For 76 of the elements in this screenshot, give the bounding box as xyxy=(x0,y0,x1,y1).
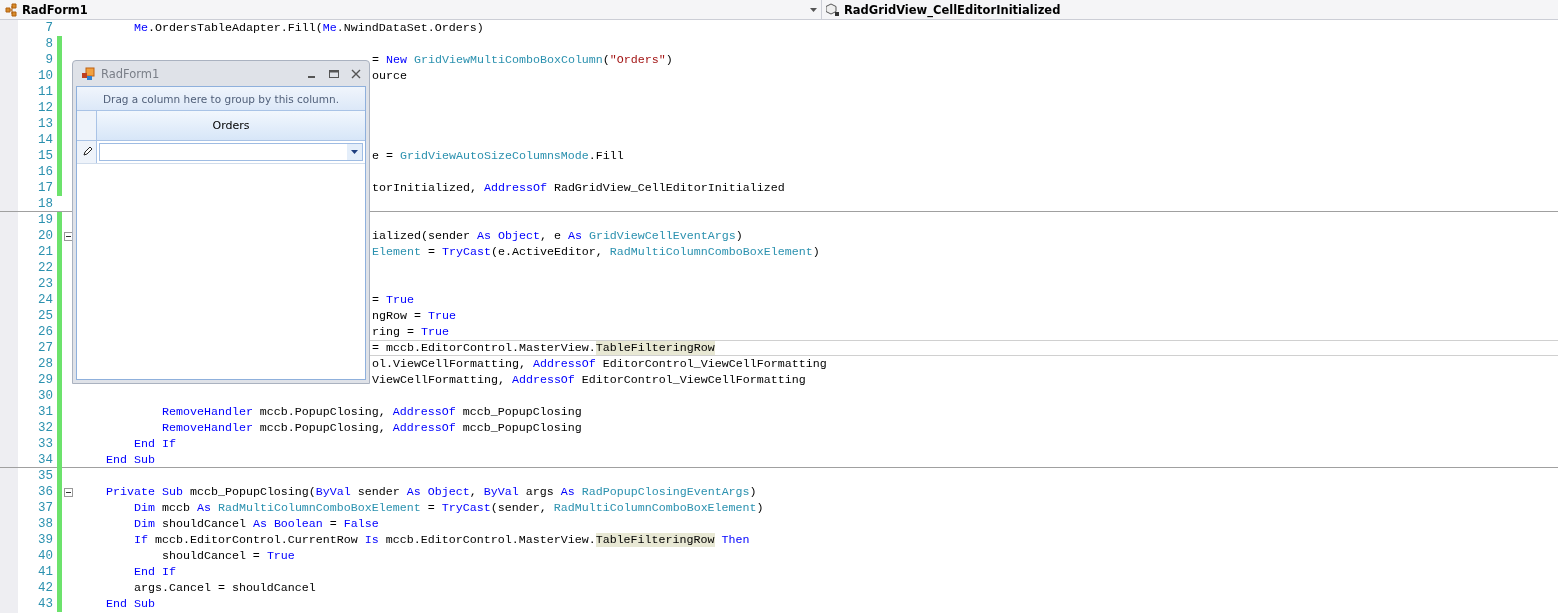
line-number: 34 xyxy=(37,453,53,467)
caret-icon xyxy=(351,150,358,154)
code-line: Dim shouldCancel As Boolean = False xyxy=(132,516,379,532)
line-number: 11 xyxy=(37,85,53,99)
line-number: 37 xyxy=(37,501,53,515)
code-line: = True xyxy=(371,292,414,308)
line-number: 18 xyxy=(37,197,53,211)
code-line: End Sub xyxy=(104,596,155,612)
code-line: e = GridViewAutoSizeColumnsMode.Fill xyxy=(371,148,624,164)
line-number: 9 xyxy=(44,53,53,67)
code-line: ViewCellFormatting, AddressOf EditorControl_ViewCellFormatting xyxy=(371,372,806,388)
line-number: 17 xyxy=(37,181,53,195)
caret-icon xyxy=(810,7,817,12)
class-dropdown[interactable]: RadForm1 xyxy=(0,0,822,19)
line-number: 39 xyxy=(37,533,53,547)
line-number: 26 xyxy=(37,325,53,339)
line-number: 24 xyxy=(37,293,53,307)
code-line: End If xyxy=(132,564,176,580)
line-number: 28 xyxy=(37,357,53,371)
code-line: ring = True xyxy=(371,324,449,340)
code-line: RemoveHandler mccb.PopupClosing, AddressOf mccb_PopupClosing xyxy=(160,404,582,420)
code-line: ol.ViewCellFormatting, AddressOf EditorControl_ViewCellFormatting xyxy=(371,356,827,372)
form-icon xyxy=(81,66,95,81)
line-number: 29 xyxy=(37,373,53,387)
code-line: ngRow = True xyxy=(371,308,456,324)
close-icon[interactable] xyxy=(351,68,361,79)
pencil-icon xyxy=(81,147,92,157)
line-number: 33 xyxy=(37,437,53,451)
line-number: 13 xyxy=(37,117,53,131)
line-number: 16 xyxy=(37,165,53,179)
code-line: End Sub xyxy=(104,452,155,468)
class-icon xyxy=(4,2,18,17)
line-number: 36 xyxy=(37,485,53,499)
collapse-icon[interactable] xyxy=(63,487,73,497)
code-line: Dim mccb As RadMultiColumnComboBoxElement = TryCast(sender, RadMultiColumnComboBoxElement) xyxy=(132,500,764,516)
line-number: 38 xyxy=(37,517,53,531)
code-line: = New GridViewMultiComboBoxColumn("Orders") xyxy=(371,52,673,68)
line-number: 19 xyxy=(37,213,53,227)
code-line: Me.OrdersTableAdapter.Fill(Me.NwindDataSet.Orders) xyxy=(132,20,484,36)
group-panel[interactable]: Drag a column here to group by this column. xyxy=(77,87,365,111)
code-line: torInitialized, AddressOf RadGridView_CellEditorInitialized xyxy=(371,180,785,196)
line-number: 20 xyxy=(37,229,53,243)
code-line: End If xyxy=(132,436,176,452)
code-line: ource xyxy=(371,68,407,84)
line-number: 30 xyxy=(37,389,53,403)
line-number: 32 xyxy=(37,421,53,435)
line-number: 15 xyxy=(37,149,53,163)
code-line: If mccb.EditorControl.CurrentRow Is mccb.EditorControl.MasterView.TableFilteringRow Then xyxy=(132,532,750,548)
code-line: RemoveHandler mccb.PopupClosing, AddressOf mccb_PopupClosing xyxy=(160,420,582,436)
line-number: 23 xyxy=(37,277,53,291)
line-number: 25 xyxy=(37,309,53,323)
line-number: 7 xyxy=(44,21,53,35)
code-line: = mccb.EditorControl.MasterView.TableFilteringRow xyxy=(368,340,1558,356)
maximize-icon[interactable] xyxy=(329,68,339,79)
line-number: 41 xyxy=(37,565,53,579)
line-number: 21 xyxy=(37,245,53,259)
line-number: 8 xyxy=(44,37,53,51)
line-number: 43 xyxy=(37,597,53,611)
line-number: 40 xyxy=(37,549,53,563)
line-number: 14 xyxy=(37,133,53,147)
line-number: 27 xyxy=(37,341,53,355)
combo-box-field[interactable] xyxy=(99,143,363,161)
line-number: 12 xyxy=(37,101,53,115)
window-title: RadForm1 xyxy=(101,66,161,81)
code-line: Private Sub mccb_PopupClosing(ByVal sender As Object, ByVal args As RadPopupClosingEventArgs) xyxy=(104,484,757,500)
line-number: 42 xyxy=(37,581,53,595)
code-line: shouldCancel = True xyxy=(160,548,295,564)
code-line: Element = TryCast(e.ActiveEditor, RadMultiColumnComboBoxElement) xyxy=(371,244,820,260)
line-number: 22 xyxy=(37,261,53,275)
line-number: 35 xyxy=(37,469,53,483)
dropdown-button[interactable] xyxy=(347,144,362,160)
line-number: 31 xyxy=(37,405,53,419)
code-line: ialized(sender As Object, e As GridViewCellEventArgs) xyxy=(371,228,743,244)
line-number: 10 xyxy=(37,69,53,83)
code-line: args.Cancel = shouldCancel xyxy=(132,580,316,596)
method-dropdown[interactable]: RadGridView_CellEditorInitialized xyxy=(822,0,1558,19)
